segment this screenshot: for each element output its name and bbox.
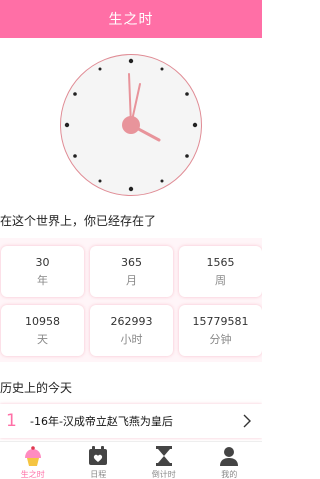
stat-unit: 分钟	[209, 332, 232, 346]
stat-card-minutes: 15779581 分钟	[179, 305, 262, 356]
stat-unit: 年	[37, 273, 48, 287]
tab-countdown[interactable]: 倒计时	[131, 442, 197, 479]
stat-card-weeks: 1565 周	[179, 246, 262, 297]
hour-dot-6	[128, 186, 134, 192]
stat-value: 10958	[25, 314, 60, 328]
hour-dot-3	[192, 122, 198, 128]
stat-value: 30	[35, 255, 50, 269]
stat-value: 15779581	[192, 314, 249, 328]
cupcake-icon	[24, 446, 41, 466]
stat-value: 365	[121, 255, 142, 269]
analog-clock	[60, 54, 202, 196]
tab-label: 日程	[90, 470, 107, 479]
hour-dot-10	[73, 92, 77, 96]
user-icon	[220, 447, 239, 466]
tab-label: 生之时	[20, 470, 45, 479]
hour-dot-8	[73, 154, 77, 158]
history-item-index: 1	[6, 411, 17, 431]
tab-label: 倒计时	[151, 470, 176, 479]
stat-unit: 天	[37, 332, 48, 346]
stat-value: 1565	[206, 255, 235, 269]
hour-dot-12	[128, 58, 134, 64]
stats-grid: 30 年 365 月 1565 周 10958 天 262993 小时 1577…	[0, 238, 262, 362]
hour-dot-4	[185, 154, 189, 158]
tab-label: 我的	[221, 470, 238, 479]
hourglass-icon	[155, 446, 172, 466]
lived-section-title: 在这个世界上，你已经存在了	[0, 214, 157, 228]
hour-dot-1	[160, 67, 164, 71]
stat-value: 262993	[110, 314, 153, 328]
history-item-text: -16年-汉成帝立赵飞燕为皇后	[30, 415, 173, 428]
stat-card-days: 10958 天	[1, 305, 84, 356]
stat-card-months: 365 月	[90, 246, 173, 297]
tab-schedule[interactable]: 日程	[66, 442, 132, 479]
hour-dot-2	[185, 92, 189, 96]
history-list-item[interactable]: 1 -16年-汉成帝立赵飞燕为皇后	[0, 404, 262, 438]
stat-unit: 月	[126, 273, 137, 287]
hour-dot-5	[160, 179, 164, 183]
header-bar: 生之时	[0, 0, 262, 38]
hour-dot-9	[64, 122, 70, 128]
stat-card-years: 30 年	[1, 246, 84, 297]
hour-dot-11	[98, 67, 102, 71]
page-title: 生之时	[108, 12, 154, 28]
clock-center	[122, 116, 140, 134]
bottom-tab-bar: 生之时 日程 倒计时 我的	[0, 441, 262, 479]
calendar-icon	[89, 446, 108, 465]
history-section-title: 历史上的今天	[0, 381, 73, 395]
clock-hands	[64, 58, 198, 192]
tab-profile[interactable]: 我的	[197, 442, 263, 479]
stat-card-hours: 262993 小时	[90, 305, 173, 356]
stat-unit: 周	[215, 273, 226, 287]
stat-unit: 小时	[120, 332, 143, 346]
hour-dot-7	[98, 179, 102, 183]
chevron-right-icon	[243, 414, 251, 428]
tab-home[interactable]: 生之时	[0, 442, 66, 479]
app-screen: 生之时 在这个世界上，你已经存在了 30 年 365 月 1565 周 1095…	[0, 0, 262, 479]
